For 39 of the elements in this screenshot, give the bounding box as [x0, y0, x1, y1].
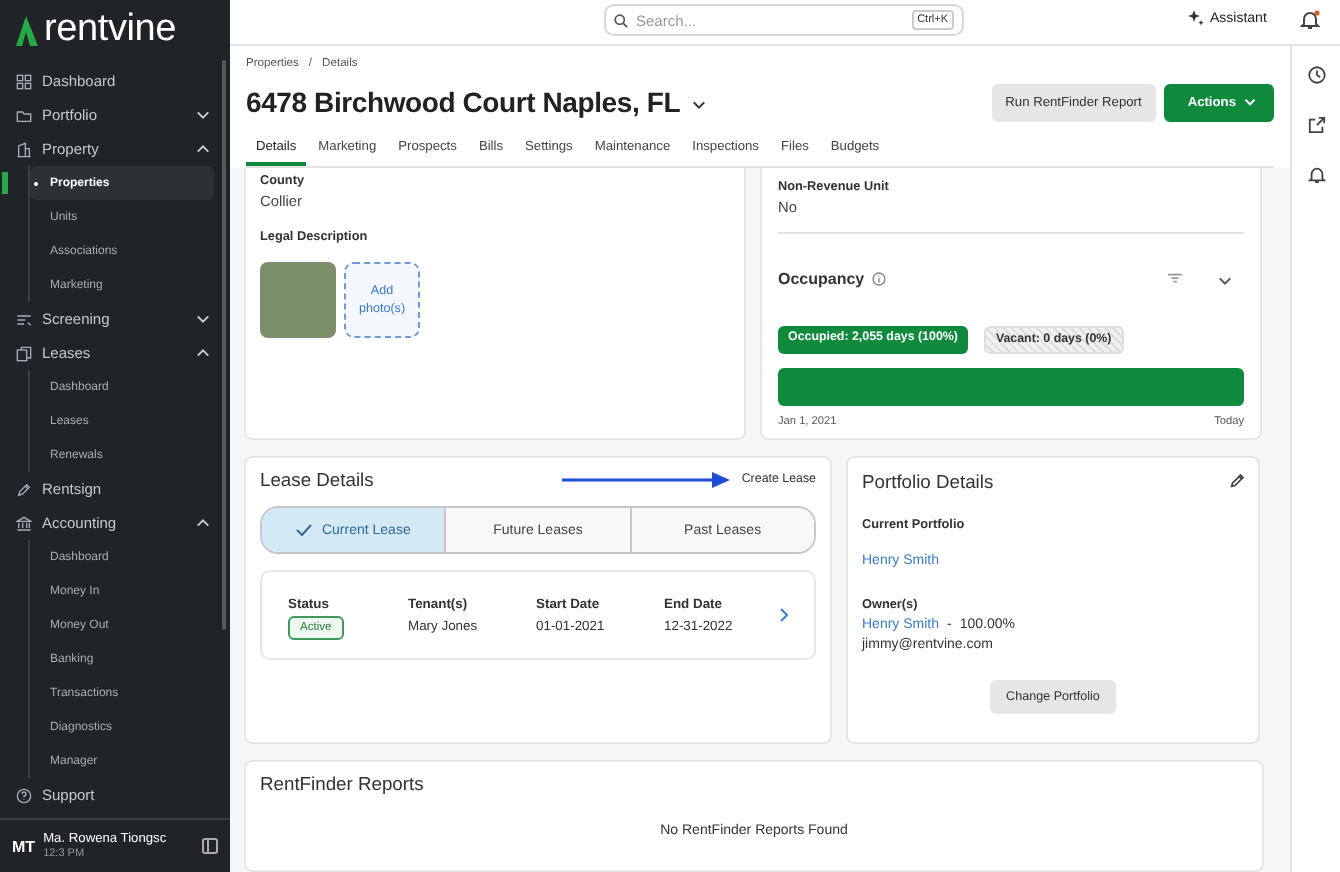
chevron-icon — [196, 314, 210, 324]
edit-icon[interactable] — [1230, 474, 1244, 488]
active-indicator — [2, 172, 8, 194]
title-chevron-icon — [692, 100, 707, 110]
info-icon — [872, 271, 887, 285]
scrollbar[interactable] — [222, 60, 226, 630]
card-title: RentFinder Reports — [260, 772, 426, 794]
user-initials: MT — [12, 837, 36, 855]
grid-icon — [16, 73, 32, 89]
building-icon — [16, 141, 32, 157]
chevron-up-icon — [196, 518, 210, 528]
panel-icon[interactable] — [202, 838, 218, 854]
bell-icon[interactable] — [1307, 166, 1325, 184]
chevron-down-icon — [1218, 276, 1232, 286]
card-title: Lease Details — [260, 468, 374, 490]
chevron-up-icon — [196, 348, 210, 358]
logo-text: rentvine — [44, 8, 176, 52]
chevron-up-icon — [196, 144, 210, 154]
list-icon — [16, 311, 32, 327]
arrow-icon — [561, 471, 730, 487]
documents-icon — [16, 345, 32, 361]
search-icon — [614, 13, 628, 27]
chevron-icon — [196, 110, 210, 120]
page-title: 6478 Birchwood Court Naples, FL — [246, 86, 681, 118]
bell-icon[interactable] — [1300, 10, 1320, 30]
check-icon — [295, 524, 312, 536]
card-title: Portfolio Details — [862, 470, 994, 492]
help-icon — [16, 787, 32, 803]
clock-icon[interactable] — [1307, 66, 1325, 84]
pen-icon — [16, 481, 32, 497]
folder-icon — [16, 107, 32, 123]
bank-icon — [16, 515, 32, 531]
sparkle-icon — [1188, 10, 1204, 26]
logo-icon — [16, 15, 38, 45]
external-link-icon[interactable] — [1307, 116, 1325, 134]
chevron-down-icon — [1244, 98, 1256, 106]
chevron-right-icon[interactable] — [780, 608, 788, 622]
section-title: Occupancy — [778, 269, 865, 287]
filter-icon[interactable] — [1168, 272, 1182, 284]
